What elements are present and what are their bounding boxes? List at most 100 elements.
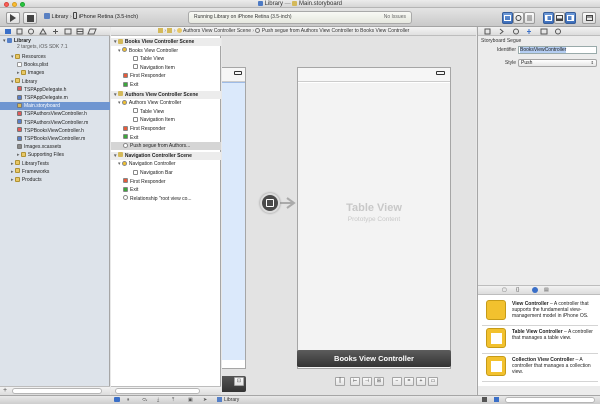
pause-icon[interactable]: ⏸ bbox=[127, 397, 130, 403]
organizer-button[interactable] bbox=[582, 12, 596, 24]
navigator-item[interactable]: TSPAppDelegate.m bbox=[17, 94, 68, 102]
scene-icon bbox=[117, 91, 123, 97]
navigator-item[interactable]: TSPAppDelegate.h bbox=[17, 86, 66, 94]
add-file-icon[interactable]: + bbox=[3, 387, 7, 395]
outline-scene-header[interactable]: ▾ Navigation Controller Scene bbox=[111, 151, 221, 160]
library-item-table-view-controller[interactable]: Table View Controller – A controller tha… bbox=[482, 326, 598, 354]
outline-item[interactable]: Exit bbox=[111, 134, 221, 142]
standard-editor-button[interactable] bbox=[502, 12, 513, 24]
navigator-item[interactable]: Books.plist bbox=[17, 61, 48, 69]
navigator-item[interactable]: Images.xcassets bbox=[17, 143, 61, 151]
location-icon[interactable]: ➤ bbox=[203, 397, 207, 403]
navigator-item[interactable]: TSPBooksViewController.m bbox=[17, 135, 85, 143]
navigator-item[interactable]: ▾ Resources bbox=[11, 53, 46, 61]
step-out-icon[interactable]: ⤒ bbox=[172, 397, 174, 403]
constraint-align-button[interactable]: ⫿ bbox=[335, 377, 345, 386]
outline-item[interactable]: Navigation Item bbox=[111, 64, 221, 72]
books-view-controller-frame[interactable]: Table View Prototype Content bbox=[297, 67, 451, 369]
navigator-item[interactable]: TSPAuthorsViewController.h bbox=[17, 110, 87, 118]
stop-icon bbox=[26, 14, 34, 22]
outline-item-label: Navigation Item bbox=[140, 64, 175, 71]
navigator-item[interactable]: ▸ LibraryTests bbox=[11, 160, 49, 168]
code-snippet-library-icon[interactable]: {} bbox=[516, 287, 519, 293]
segue-icon bbox=[123, 142, 128, 148]
step-over-icon[interactable]: ⤼ bbox=[142, 397, 147, 403]
outline-filter-field[interactable] bbox=[115, 388, 200, 394]
storyboard-icon bbox=[17, 102, 22, 108]
outline-item[interactable]: Exit bbox=[111, 81, 221, 89]
navigator-item[interactable]: ▸ Images bbox=[17, 69, 44, 77]
resolve-issues-button[interactable]: ⊣ bbox=[362, 377, 372, 386]
table-view-icon bbox=[133, 108, 138, 114]
file-template-library-icon[interactable]: ▢ bbox=[502, 287, 507, 293]
outline-item[interactable]: First Responder bbox=[111, 72, 221, 80]
outline-item[interactable]: Table View bbox=[111, 55, 221, 63]
toggle-navigator-button[interactable] bbox=[543, 12, 554, 24]
first-responder-icon bbox=[123, 72, 128, 78]
icon-view-icon[interactable] bbox=[494, 397, 499, 402]
crumb-scene[interactable]: Authors View Controller Scene bbox=[183, 28, 251, 34]
outline-item[interactable]: Navigation Item bbox=[111, 116, 221, 124]
outline-item[interactable]: ▾ Books View Controller bbox=[111, 47, 221, 55]
books-scene-dock[interactable]: Books View Controller bbox=[297, 350, 451, 367]
navigator-item[interactable]: TSPAuthorsViewController.m bbox=[17, 119, 88, 127]
navigator-item[interactable]: Main.storyboard bbox=[0, 102, 110, 111]
show-outline-button[interactable]: ⊡ bbox=[234, 377, 244, 386]
assistant-editor-button[interactable] bbox=[513, 12, 524, 24]
view-debug-icon[interactable]: ▣ bbox=[188, 397, 193, 403]
debug-area-toggle-icon[interactable] bbox=[114, 397, 120, 402]
toggle-debug-area-button[interactable] bbox=[554, 12, 565, 24]
books-table-view[interactable]: Table View Prototype Content bbox=[298, 83, 450, 368]
outline-scene-header[interactable]: ▾ Authors View Controller Scene bbox=[111, 90, 221, 99]
outline-item[interactable]: Exit bbox=[111, 186, 221, 194]
identifier-field[interactable]: BooksViewController bbox=[518, 46, 597, 54]
inspector-tabs-icons[interactable] bbox=[483, 28, 593, 35]
simulated-size-button[interactable]: ▭ bbox=[428, 377, 438, 386]
navigator-item[interactable]: ▸ Supporting Files bbox=[17, 151, 64, 159]
outline-item[interactable]: ▾ Navigation Controller bbox=[111, 160, 221, 168]
scheme-selector[interactable]: Library › iPhone Retina (3.5-inch) bbox=[44, 12, 138, 23]
media-library-icon[interactable]: ▤ bbox=[544, 287, 549, 293]
stop-button[interactable] bbox=[23, 12, 37, 24]
authors-view-controller-frame[interactable] bbox=[222, 67, 246, 369]
list-view-icon[interactable] bbox=[482, 397, 487, 402]
outline-item[interactable]: ▾ Authors View Controller bbox=[111, 99, 221, 107]
zoom-actual-button[interactable]: = bbox=[404, 377, 414, 386]
navigator-tabs-icons[interactable] bbox=[5, 28, 105, 35]
library-item-collection-view-controller[interactable]: Collection View Controller – A controlle… bbox=[482, 354, 598, 382]
debug-bar-path[interactable]: Library bbox=[217, 396, 239, 404]
toggle-utilities-button[interactable] bbox=[565, 12, 576, 24]
object-library-icon[interactable] bbox=[532, 287, 538, 293]
outline-item[interactable]: First Responder bbox=[111, 125, 221, 133]
step-in-icon[interactable]: ⤓ bbox=[157, 397, 159, 403]
storyboard-canvas[interactable]: › › Authors View Controller Scene › Push… bbox=[111, 27, 476, 395]
outline-item[interactable]: Navigation Bar bbox=[111, 169, 221, 177]
outline-item[interactable]: Relationship "root view co... bbox=[111, 195, 221, 203]
style-popup[interactable]: Push ⇕ bbox=[518, 59, 597, 67]
navigator-item[interactable]: TSPBooksViewController.h bbox=[17, 127, 84, 135]
navigator-item[interactable]: ▸ Products bbox=[11, 176, 42, 184]
outline-scene-header[interactable]: ▾ Books View Controller Scene bbox=[111, 38, 221, 46]
jump-bar-path[interactable]: › › Authors View Controller Scene › Push… bbox=[158, 27, 409, 36]
outline-item-label: Navigation Bar bbox=[140, 170, 173, 176]
push-segue-icon[interactable] bbox=[260, 193, 280, 213]
crumb-segue[interactable]: Push segue from Authors View Controller … bbox=[262, 28, 409, 34]
run-button[interactable] bbox=[6, 12, 20, 24]
library-filter-field[interactable] bbox=[505, 397, 595, 403]
outline-item[interactable]: First Responder bbox=[111, 178, 221, 186]
zoom-in-button[interactable]: + bbox=[416, 377, 426, 386]
outline-scene-title: Authors View Controller Scene bbox=[124, 91, 199, 98]
navigator-item[interactable]: ▾ Library bbox=[11, 78, 37, 86]
authors-table-view[interactable] bbox=[222, 82, 245, 360]
navigator-filter-field[interactable] bbox=[12, 388, 102, 394]
library-item-view-controller[interactable]: View Controller – A controller that supp… bbox=[482, 298, 598, 326]
scheme-project: Library bbox=[51, 14, 69, 20]
navigator-item[interactable]: ▸ Frameworks bbox=[11, 168, 49, 176]
outline-item[interactable]: Push segue from Authors... bbox=[111, 142, 221, 151]
outline-item[interactable]: Table View bbox=[111, 108, 221, 116]
version-editor-button[interactable] bbox=[524, 12, 535, 24]
constraint-pin-button[interactable]: ⊢ bbox=[350, 377, 360, 386]
resizing-behavior-button[interactable]: ⊞ bbox=[374, 377, 384, 386]
table-view-subtitle: Prototype Content bbox=[347, 216, 401, 223]
zoom-out-button[interactable]: − bbox=[392, 377, 402, 386]
